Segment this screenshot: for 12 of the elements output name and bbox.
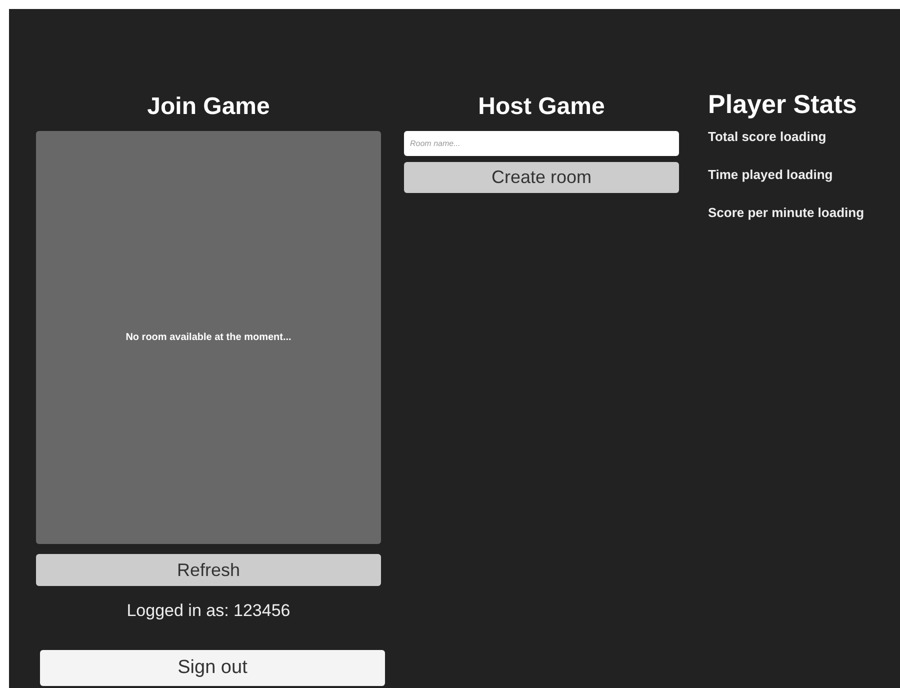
sign-out-button[interactable]: Sign out	[40, 650, 385, 686]
stat-label: Total score loading	[708, 129, 828, 146]
section-title: Host Game	[477, 92, 606, 122]
create-room-button[interactable]: Create room	[404, 162, 679, 193]
stat-label: Score per minute loading	[708, 205, 864, 222]
empty-message: No room available at the moment...	[124, 332, 292, 343]
refresh-button[interactable]: Refresh	[36, 554, 381, 586]
section-title: Player Stats	[708, 88, 858, 121]
section-title: Join Game	[146, 92, 271, 122]
room-name-field[interactable]: Room name...	[404, 131, 679, 156]
stat-label: Time played loading	[708, 167, 834, 184]
login-status: Logged in as: 123456	[126, 601, 292, 621]
